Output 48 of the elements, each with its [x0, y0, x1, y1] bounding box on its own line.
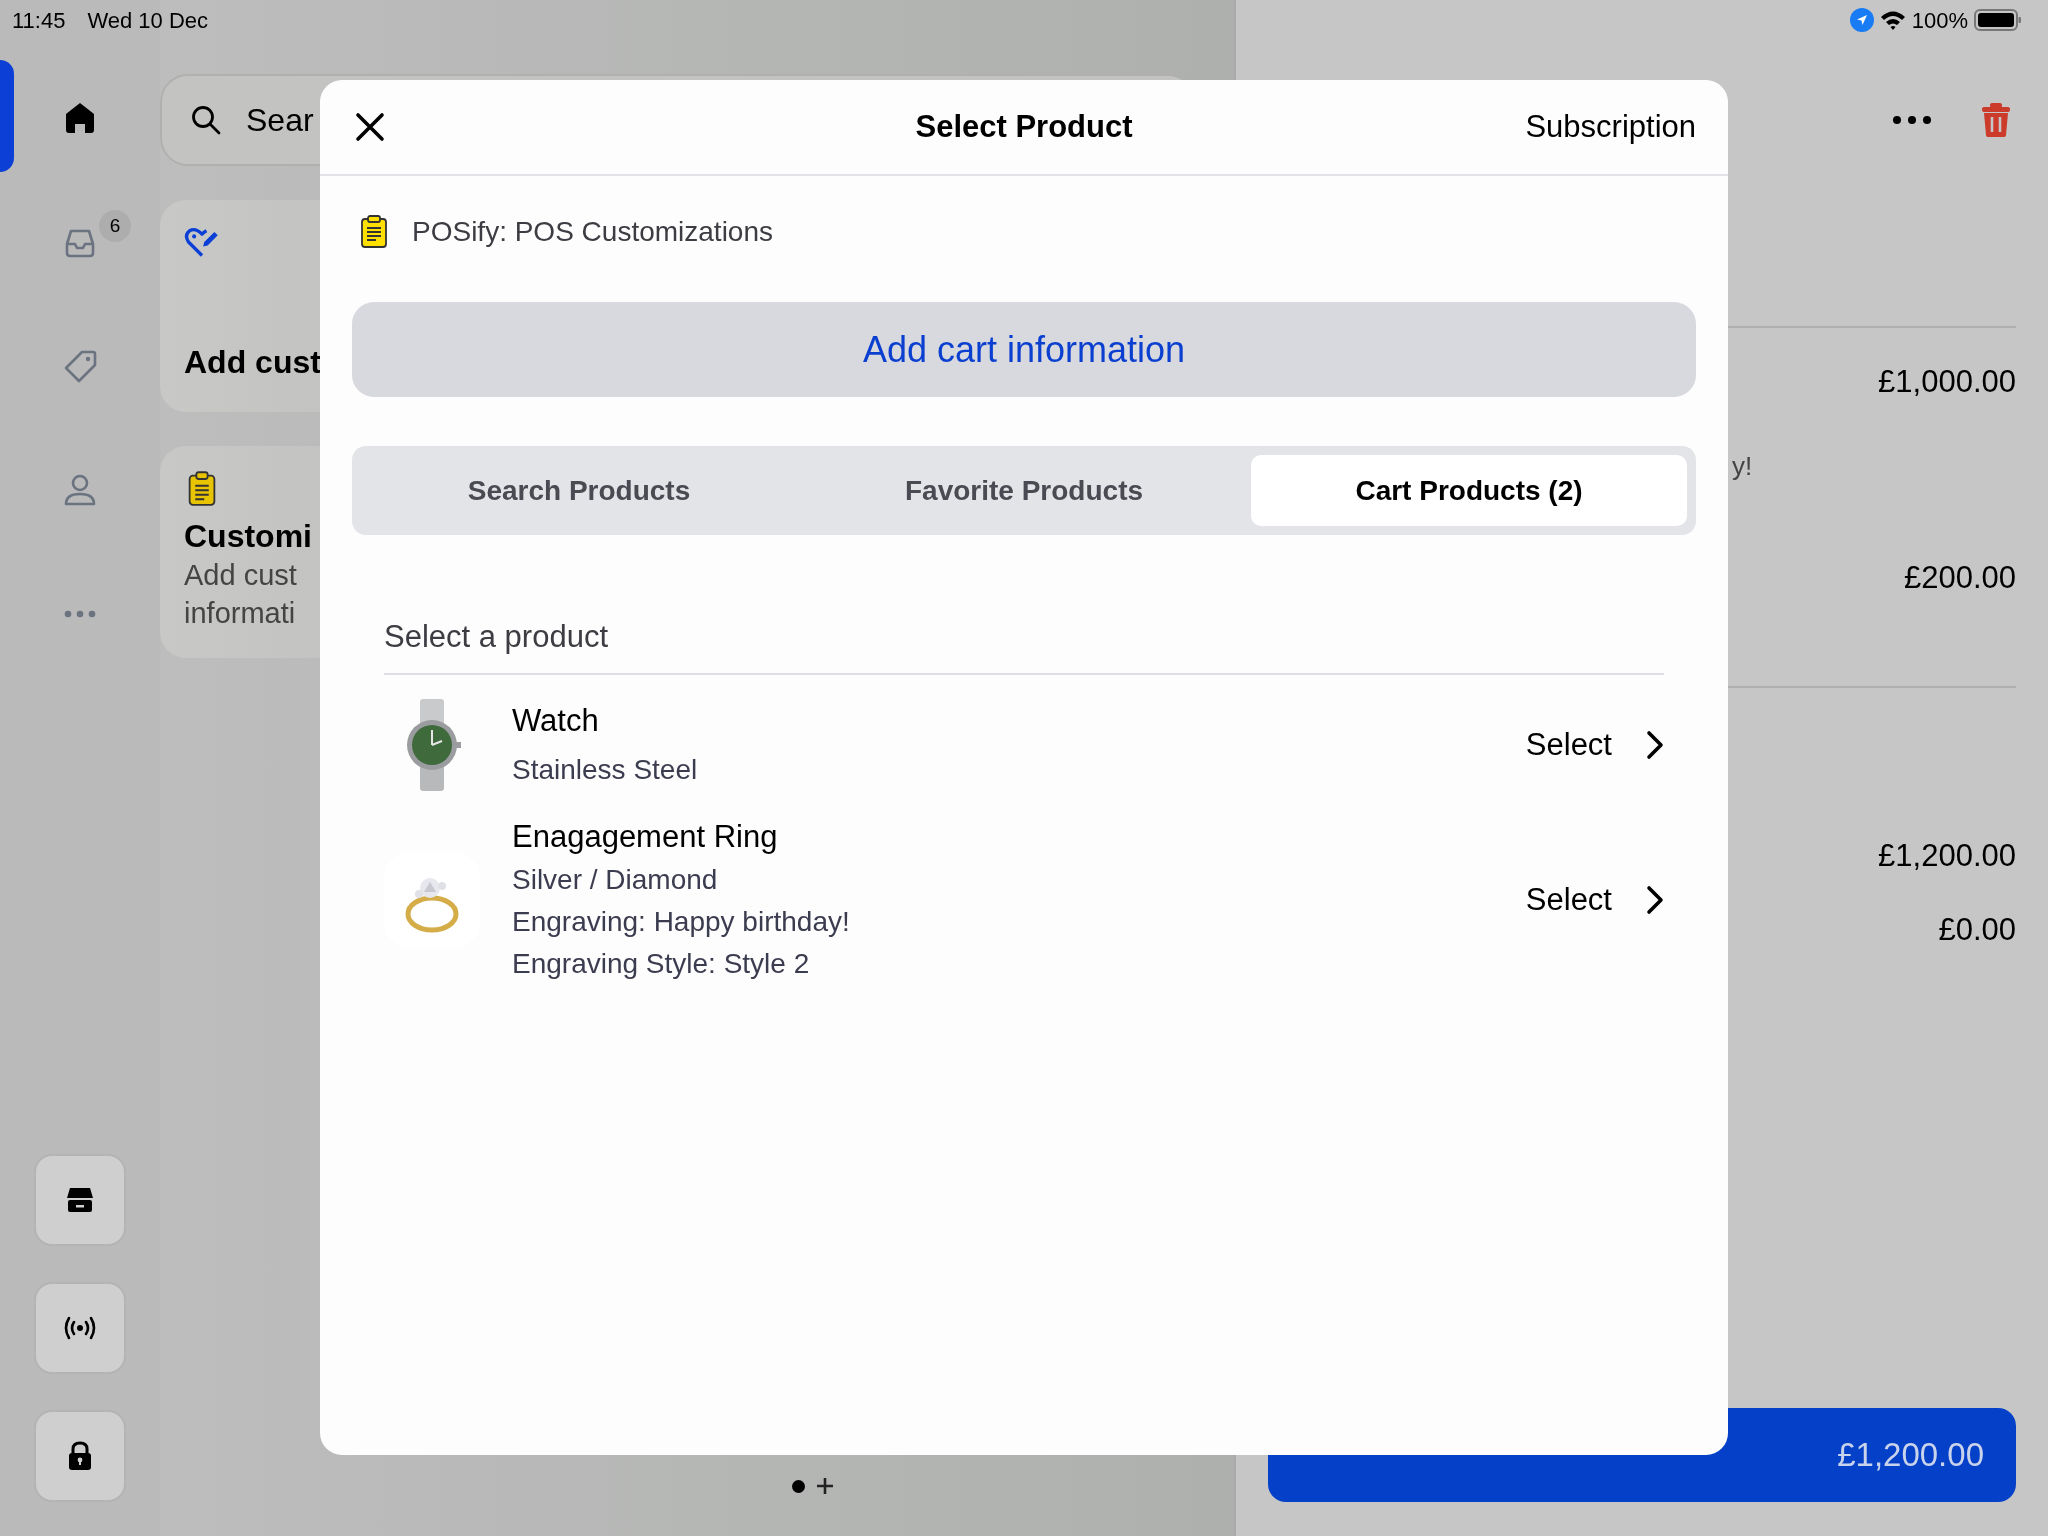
status-date: Wed 10 Dec	[87, 6, 209, 35]
more-icon	[62, 610, 98, 618]
person-icon	[62, 472, 98, 508]
add-cart-information-button[interactable]: Add cart information	[352, 302, 1696, 397]
chevron-right-icon	[1646, 885, 1664, 915]
store-button[interactable]	[34, 1154, 126, 1246]
select-button[interactable]: Select	[1525, 721, 1664, 769]
card-title: Add cust	[184, 343, 322, 382]
price-text: £1,200.00	[1878, 837, 2016, 875]
app-label: POSify: POS Customizations	[412, 215, 773, 249]
count-badge: 6	[99, 210, 131, 242]
more-icon	[1892, 115, 1932, 125]
battery-percent: 100%	[1911, 6, 1968, 35]
product-row[interactable]: Enagagement Ring Silver / Diamond Engraving: Happy birthday! Engraving Style: Style 2 Select	[384, 815, 1664, 985]
close-icon	[355, 112, 385, 142]
search-icon	[190, 104, 222, 136]
tab[interactable]: Cart Products (2)	[1251, 455, 1687, 526]
tag-icon	[62, 348, 98, 384]
price-text: £200.00	[1903, 559, 2016, 597]
product-name: Enagagement Ring	[512, 818, 779, 856]
product-row[interactable]: Watch Stainless Steel Select	[384, 697, 1664, 793]
modal-title: Select Product	[915, 107, 1133, 146]
product-detail: Engraving: Happy birthday!	[512, 905, 851, 939]
trash-icon	[1980, 102, 2012, 138]
section-title: Select a product	[384, 617, 1664, 675]
card-description: Add cust informati	[184, 558, 298, 631]
product-name: Watch	[512, 702, 600, 740]
price-text: £1,000.00	[1878, 363, 2016, 401]
subscription-button[interactable]: Subscription	[1525, 103, 1696, 151]
battery-icon	[1974, 8, 2022, 32]
status-time: 11:45	[12, 6, 66, 35]
tab[interactable]: Favorite Products	[806, 455, 1242, 526]
wifi-icon	[1879, 9, 1906, 31]
card-title: Customi	[184, 517, 313, 556]
tab[interactable]: Search Products	[361, 455, 797, 526]
note-text: y!	[1732, 450, 1753, 483]
clipboard-icon	[358, 214, 390, 250]
chevron-right-icon	[1646, 730, 1664, 760]
checkout-total: £1,200.00	[1837, 1435, 1984, 1476]
lock-button[interactable]	[34, 1410, 126, 1502]
product-detail: Stainless Steel	[512, 753, 699, 787]
select-button[interactable]: Select	[1525, 876, 1664, 924]
add-page-icon	[814, 1476, 835, 1496]
broadcast-button[interactable]	[34, 1282, 126, 1374]
product-detail: Engraving Style: Style 2	[512, 947, 811, 981]
product-detail: Silver / Diamond	[512, 863, 719, 897]
location-icon	[1849, 8, 1874, 32]
price-text: £0.00	[1938, 911, 2016, 949]
